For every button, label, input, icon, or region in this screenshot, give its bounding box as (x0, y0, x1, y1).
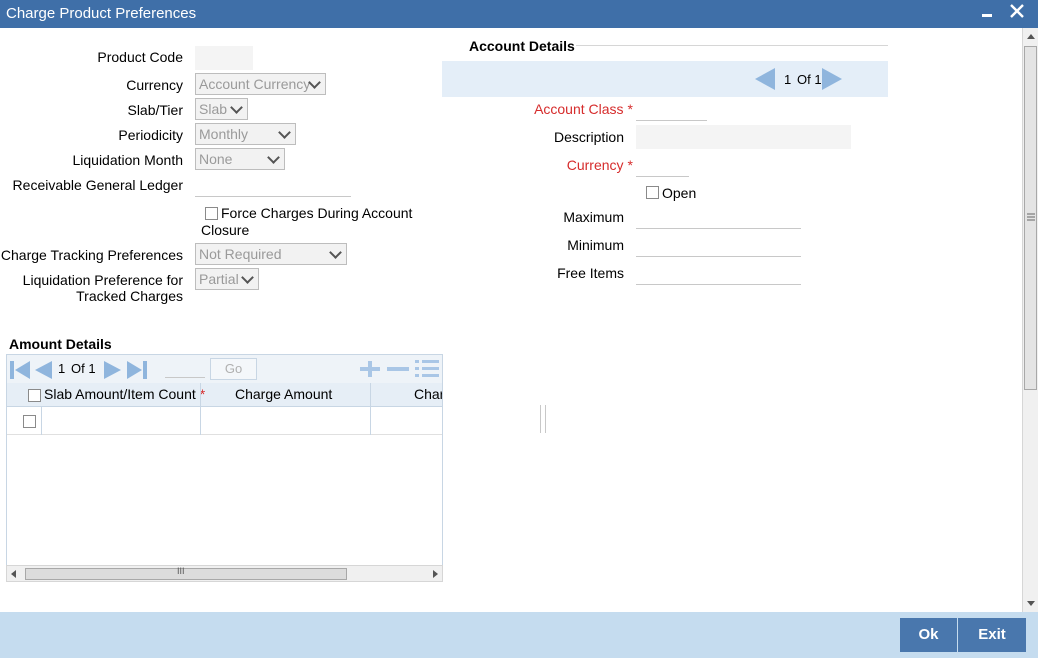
liquidation-preference-label: Liquidation Preference for (22, 272, 183, 288)
liquidation-month-label: Liquidation Month (72, 152, 183, 168)
vertical-scrollbar[interactable] (1022, 28, 1038, 612)
account-details-title: Account Details (469, 38, 575, 54)
force-charges-label-cont: Closure (201, 222, 250, 238)
liquidation-preference-select[interactable]: Partial (195, 268, 259, 290)
liquidation-month-select[interactable]: None (195, 148, 285, 170)
minimize-icon[interactable] (976, 1, 998, 25)
column-divider (200, 383, 201, 407)
delete-row-icon[interactable] (386, 359, 410, 379)
section-divider (576, 45, 888, 46)
first-page-icon[interactable] (9, 360, 31, 380)
open-label: Open (662, 185, 697, 201)
close-icon[interactable] (1006, 1, 1028, 25)
scroll-grip-icon (1027, 213, 1035, 221)
minimum-input[interactable] (636, 256, 801, 257)
page-jump-input[interactable] (165, 377, 205, 378)
exit-button[interactable]: Exit (958, 618, 1026, 652)
grid-page-total: Of 1 (71, 361, 96, 376)
grid-header: Slab Amount/Item Count * Charge Amount Ch… (7, 383, 443, 407)
column-header: Char (414, 386, 443, 402)
periodicity-label: Periodicity (118, 127, 183, 143)
table-row (7, 407, 442, 435)
column-divider (545, 405, 546, 433)
column-header: Charge Amount (235, 386, 333, 402)
free-items-label: Free Items (557, 265, 624, 281)
receivable-gl-label: Receivable General Ledger (12, 177, 183, 193)
maximum-input[interactable] (636, 228, 801, 229)
account-pager: 1 Of 1 (442, 61, 888, 97)
minimum-label: Minimum (567, 237, 624, 253)
liquidation-preference-select-value: Partial (199, 271, 239, 287)
scroll-left-icon[interactable] (10, 570, 18, 578)
product-code-label: Product Code (97, 49, 183, 65)
title-bar: Charge Product Preferences (0, 0, 1038, 28)
column-divider (200, 407, 201, 435)
account-class-input[interactable] (636, 120, 707, 121)
next-page-icon[interactable] (103, 360, 123, 380)
window-title: Charge Product Preferences (6, 5, 197, 22)
amount-details-title: Amount Details (9, 336, 112, 352)
force-charges-label: Force Charges During Account (221, 205, 413, 221)
column-divider (41, 407, 42, 435)
grid-toolbar: 1 Of 1 Go (7, 355, 442, 383)
maximum-label: Maximum (563, 209, 624, 225)
scroll-down-icon[interactable] (1027, 599, 1035, 607)
horizontal-scrollbar[interactable]: III (6, 565, 443, 582)
scroll-thumb[interactable] (1024, 46, 1037, 390)
column-header: Slab Amount/Item Count * (44, 386, 206, 402)
scroll-grip: III (177, 566, 185, 576)
account-page-total: Of 1 (797, 72, 822, 87)
column-divider (540, 405, 541, 433)
amount-details-grid: 1 Of 1 Go Slab Amount/Item Count * Charge… (6, 354, 443, 582)
go-button[interactable]: Go (210, 358, 257, 380)
column-divider (370, 383, 371, 407)
account-page-current: 1 (784, 72, 792, 87)
slab-tier-select[interactable]: Slab (195, 98, 248, 120)
free-items-input[interactable] (636, 284, 801, 285)
slab-tier-select-value: Slab (199, 101, 228, 117)
select-all-checkbox[interactable] (28, 389, 41, 402)
product-code-field (195, 46, 253, 70)
periodicity-select[interactable]: Monthly (195, 123, 296, 145)
currency-select-value: Account Currency (199, 76, 311, 92)
prev-record-icon[interactable] (755, 68, 775, 90)
open-checkbox[interactable] (646, 186, 659, 199)
scroll-right-icon[interactable] (431, 570, 439, 578)
currency-label: Currency (126, 77, 183, 93)
scroll-thumb[interactable]: III (25, 566, 347, 580)
chevron-down-icon (267, 152, 281, 166)
charge-tracking-select-value: Not Required (199, 246, 282, 262)
description-field (636, 125, 851, 149)
next-record-icon[interactable] (822, 68, 842, 90)
liquidation-preference-label-cont: Tracked Charges (76, 288, 183, 304)
chevron-down-icon (329, 247, 343, 261)
chevron-down-icon (278, 127, 292, 141)
scroll-up-icon[interactable] (1027, 33, 1035, 41)
row-checkbox[interactable] (23, 415, 36, 428)
chevron-down-icon (230, 102, 244, 116)
last-page-icon[interactable] (126, 360, 148, 380)
liquidation-month-select-value: None (199, 151, 233, 167)
chevron-down-icon (241, 272, 255, 286)
ok-button[interactable]: Ok (900, 618, 957, 652)
prev-page-icon[interactable] (33, 360, 53, 380)
chevron-down-icon (308, 77, 322, 91)
account-class-label: Account Class * (534, 101, 633, 117)
slab-tier-label: Slab/Tier (127, 102, 183, 118)
periodicity-select-value: Monthly (199, 126, 249, 142)
form-content: Product Code Currency Account Currency S… (0, 28, 1022, 612)
account-currency-label: Currency * (566, 157, 633, 173)
charge-tracking-select[interactable]: Not Required (195, 243, 347, 265)
receivable-gl-input[interactable] (195, 196, 351, 197)
charge-tracking-label: Charge Tracking Preferences (0, 247, 183, 263)
description-label: Description (553, 129, 624, 145)
add-row-icon[interactable] (358, 359, 382, 379)
account-currency-input[interactable] (636, 176, 689, 177)
grid-page-current: 1 (58, 361, 66, 376)
currency-select[interactable]: Account Currency (195, 73, 326, 95)
single-view-icon[interactable] (414, 357, 440, 379)
force-charges-checkbox[interactable] (205, 207, 218, 220)
column-divider (370, 407, 371, 435)
footer-bar: Ok Exit (0, 612, 1038, 658)
